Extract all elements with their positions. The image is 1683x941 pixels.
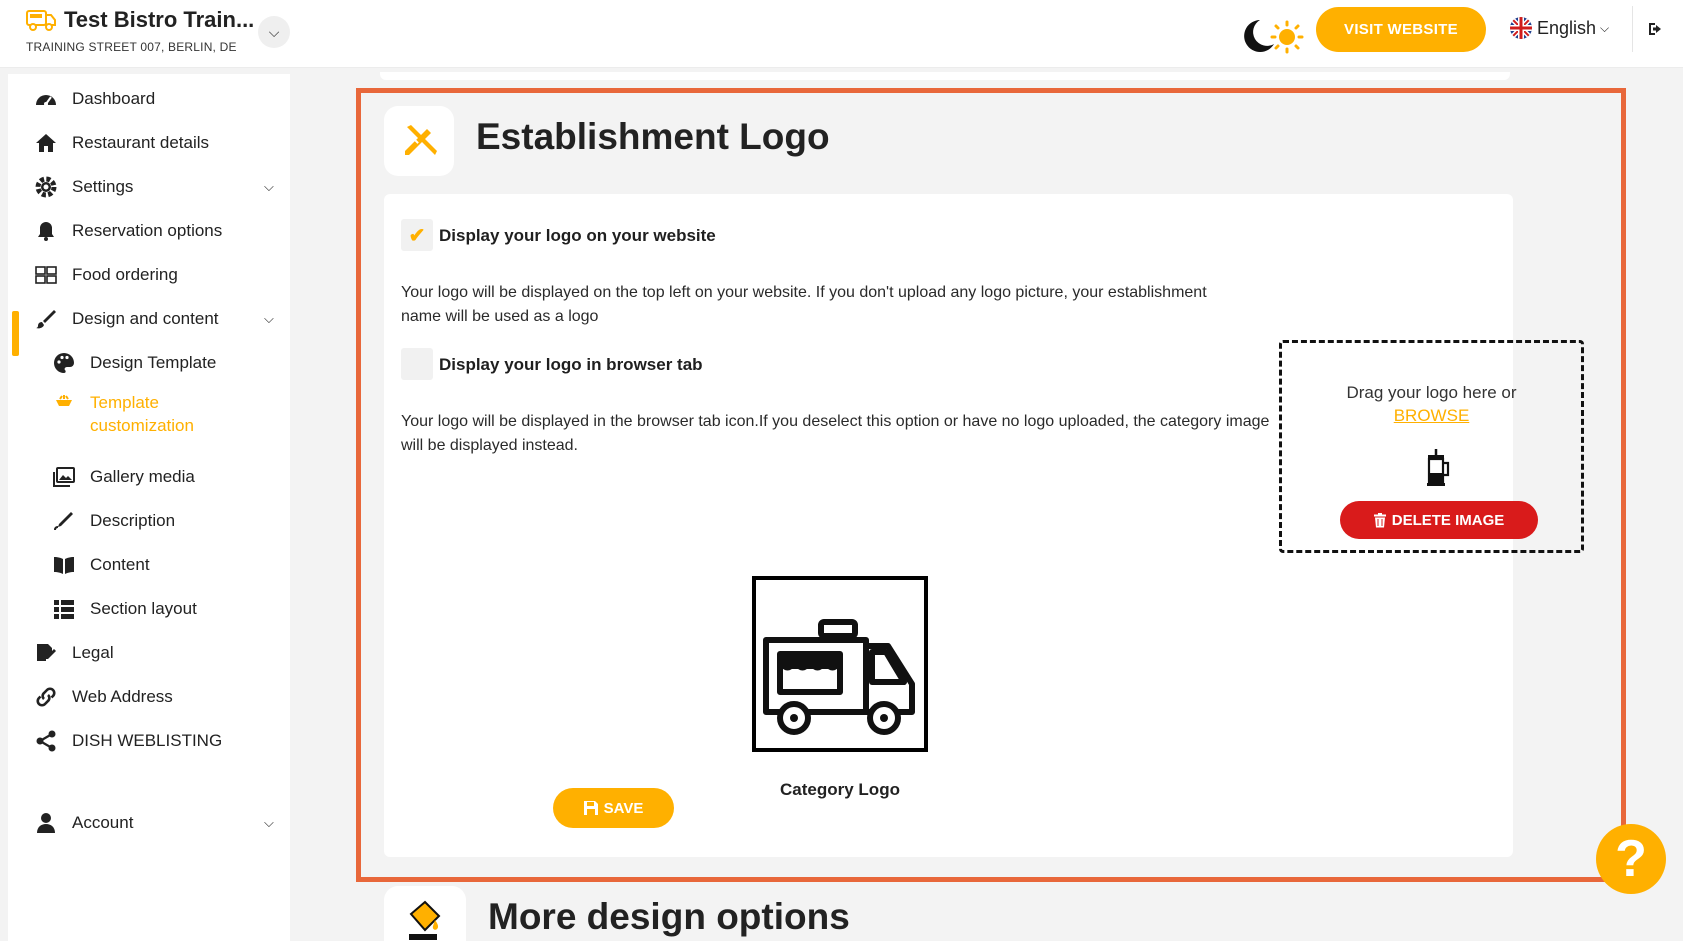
logout-icon xyxy=(1648,23,1661,35)
gear-icon xyxy=(35,176,57,198)
sidebar-item-section-layout[interactable]: Section layout xyxy=(8,589,290,629)
link-icon xyxy=(36,687,56,707)
sidebar-item-design-template[interactable]: Design Template xyxy=(8,343,290,383)
chevron-down-icon: ⌵ xyxy=(264,311,274,326)
visit-website-button[interactable]: VISIT WEBSITE xyxy=(1316,7,1486,52)
highlight-frame xyxy=(356,88,1626,882)
chevron-down-icon: ⌵ xyxy=(1600,20,1610,35)
sidebar-item-description[interactable]: Description xyxy=(8,501,290,541)
bell-icon xyxy=(38,222,54,241)
paint-bucket-icon xyxy=(409,900,441,940)
food-icon xyxy=(35,266,57,284)
next-section-icon xyxy=(384,886,466,941)
sidebar-item-settings[interactable]: Settings ⌵ xyxy=(8,167,290,207)
chevron-down-icon[interactable]: ⌵ xyxy=(258,16,290,48)
previous-card-edge xyxy=(380,72,1510,80)
magic-icon xyxy=(56,395,72,406)
sidebar-item-legal[interactable]: Legal xyxy=(8,633,290,673)
sidebar-item-restaurant-details[interactable]: Restaurant details xyxy=(8,123,290,163)
list-icon xyxy=(54,600,74,619)
sidebar-item-template-customization[interactable]: Template customization xyxy=(8,387,290,443)
brand-address: TRAINING STREET 007, BERLIN, DE xyxy=(26,40,237,54)
help-button[interactable]: ? xyxy=(1596,824,1666,894)
signature-icon xyxy=(37,644,56,661)
logout-button[interactable] xyxy=(1632,6,1678,52)
language-label: English xyxy=(1537,17,1597,38)
food-truck-icon xyxy=(26,10,56,31)
book-icon xyxy=(54,557,74,574)
pen-icon xyxy=(54,512,73,531)
dashboard-icon xyxy=(36,95,56,106)
user-icon xyxy=(37,813,55,833)
home-icon xyxy=(36,134,56,152)
share-icon xyxy=(36,730,56,752)
next-section-title: More design options xyxy=(488,896,850,937)
sidebar-item-reservation-options[interactable]: Reservation options xyxy=(8,211,290,251)
brand-name: Test Bistro Train... xyxy=(64,7,255,32)
sidebar-item-web-address[interactable]: Web Address xyxy=(8,677,290,717)
theme-toggle-icon[interactable] xyxy=(1238,16,1308,56)
images-icon xyxy=(53,467,75,487)
sidebar: Dashboard Restaurant details Settings ⌵ … xyxy=(8,74,290,941)
brush-icon xyxy=(36,310,56,329)
sidebar-item-content[interactable]: Content xyxy=(8,545,290,585)
language-selector[interactable]: English ⌵ xyxy=(1510,17,1609,39)
brand[interactable]: Test Bistro Train... xyxy=(26,7,254,33)
sidebar-item-food-ordering[interactable]: Food ordering xyxy=(8,255,290,295)
sidebar-item-dish-weblisting[interactable]: DISH WEBLISTING xyxy=(8,721,290,761)
sidebar-item-design-and-content[interactable]: Design and content ⌵ xyxy=(8,299,290,339)
top-header: Test Bistro Train... TRAINING STREET 007… xyxy=(0,0,1683,68)
sidebar-item-dashboard[interactable]: Dashboard xyxy=(8,79,290,119)
uk-flag-icon xyxy=(1510,17,1532,39)
sidebar-item-account[interactable]: Account ⌵ xyxy=(8,803,290,843)
sidebar-item-gallery-media[interactable]: Gallery media xyxy=(8,457,290,497)
palette-icon xyxy=(54,353,74,373)
active-indicator xyxy=(12,311,19,356)
chevron-down-icon: ⌵ xyxy=(264,815,274,830)
chevron-down-icon: ⌵ xyxy=(264,179,274,194)
